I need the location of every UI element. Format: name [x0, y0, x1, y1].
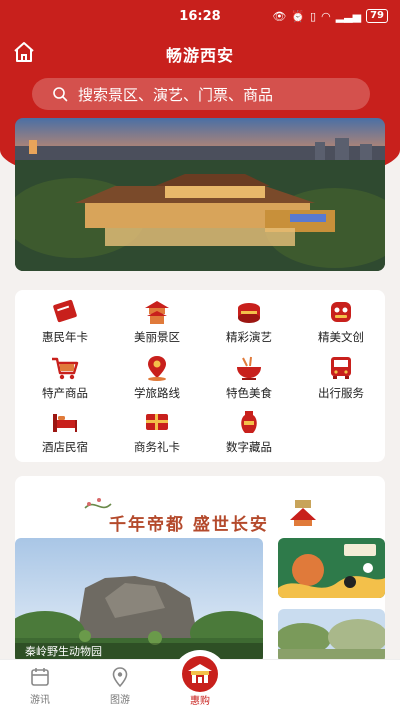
alarm-icon: ⏰	[291, 9, 306, 23]
grid-label: 数字藏品	[226, 440, 272, 454]
art-thumbnail-image	[278, 538, 385, 598]
status-icons: 👁 ⏰ ▯ ◠ ▂▃▅ 79	[272, 9, 388, 23]
tab-shop-label: 惠购	[190, 696, 210, 707]
promo-thumbnail-park[interactable]	[278, 609, 385, 663]
featured-attraction-card[interactable]: 秦岭野生动物园	[15, 538, 263, 663]
grid-item-annual-card[interactable]: 惠民年卡	[19, 298, 111, 350]
tab-shop[interactable]	[182, 656, 218, 692]
page-title: 畅游西安	[165, 46, 234, 65]
news-icon	[31, 668, 49, 686]
promo-thumbnail-art[interactable]	[278, 538, 385, 598]
search-placeholder: 搜索景区、演艺、门票、商品	[78, 85, 274, 104]
top-nav: 畅游西安	[0, 38, 400, 68]
tab-news[interactable]: 游讯	[0, 660, 80, 711]
grid-item-performances[interactable]: 精彩演艺	[203, 298, 295, 350]
grid-item-digital-collectibles[interactable]: 数字藏品	[203, 408, 295, 460]
tab-map[interactable]: 图游	[80, 660, 160, 711]
bed-icon	[53, 414, 77, 432]
grid-label: 酒店民宿	[42, 440, 88, 454]
vase-icon	[241, 411, 257, 433]
grid-item-study-routes[interactable]: 学旅路线	[111, 354, 203, 406]
status-bar: 16:28 👁 ⏰ ▯ ◠ ▂▃▅ 79	[0, 0, 400, 32]
drum-icon	[238, 303, 260, 323]
grid-item-specialties[interactable]: 特产商品	[19, 354, 111, 406]
park-thumbnail-image	[278, 609, 385, 663]
bowl-icon	[237, 356, 261, 380]
grid-label: 出行服务	[318, 386, 364, 400]
grid-item-gift-cards[interactable]: 商务礼卡	[111, 408, 203, 460]
wifi-icon: ◠	[321, 9, 331, 23]
grid-item-scenic-spots[interactable]: 美丽景区	[111, 298, 203, 350]
search-input[interactable]: 搜索景区、演艺、门票、商品	[32, 78, 370, 110]
cart-icon	[52, 357, 79, 380]
grid-label: 学旅路线	[134, 386, 180, 400]
tab-map-label: 图游	[110, 695, 130, 706]
banner-image	[15, 118, 385, 271]
route-pin-icon	[148, 356, 166, 381]
gift-card-icon	[146, 414, 168, 430]
card-icon	[53, 299, 77, 323]
tab-news-label: 游讯	[30, 695, 50, 706]
eye-icon: 👁	[272, 9, 287, 23]
grid-item-cultural-products[interactable]: 精美文创	[295, 298, 387, 350]
grid-label: 精彩演艺	[226, 330, 272, 344]
palace-gate-icon	[188, 664, 212, 683]
pagoda-icon	[145, 301, 169, 324]
map-pin-icon	[112, 667, 128, 688]
search-icon	[53, 87, 68, 102]
slogan-text: 千年帝都 盛世长安	[109, 515, 269, 535]
grid-item-hotels[interactable]: 酒店民宿	[19, 408, 111, 460]
grid-item-local-food[interactable]: 特色美食	[203, 354, 295, 406]
vibrate-icon: ▯	[310, 9, 317, 23]
grid-label: 美丽景区	[134, 330, 180, 344]
slogan-banner: 千年帝都 盛世长安	[75, 490, 325, 535]
grid-label: 精美文创	[318, 330, 364, 344]
attraction-caption: 秦岭野生动物园	[25, 645, 102, 658]
grid-label: 商务礼卡	[134, 440, 180, 454]
hero-banner[interactable]	[15, 118, 385, 271]
signal-icon: ▂▃▅	[335, 9, 362, 23]
bus-icon	[331, 357, 351, 379]
grid-item-travel-services[interactable]: 出行服务	[295, 354, 387, 406]
battery-indicator: 79	[366, 9, 388, 23]
grid-label: 特产商品	[42, 386, 88, 400]
lion-head-icon	[331, 302, 351, 322]
grid-label: 惠民年卡	[42, 330, 88, 344]
category-grid: 惠民年卡 美丽景区 精彩演艺 精美文创 特产商品 学旅路线 特色美食 出行服务 …	[15, 290, 385, 462]
grid-label: 特色美食	[226, 386, 272, 400]
